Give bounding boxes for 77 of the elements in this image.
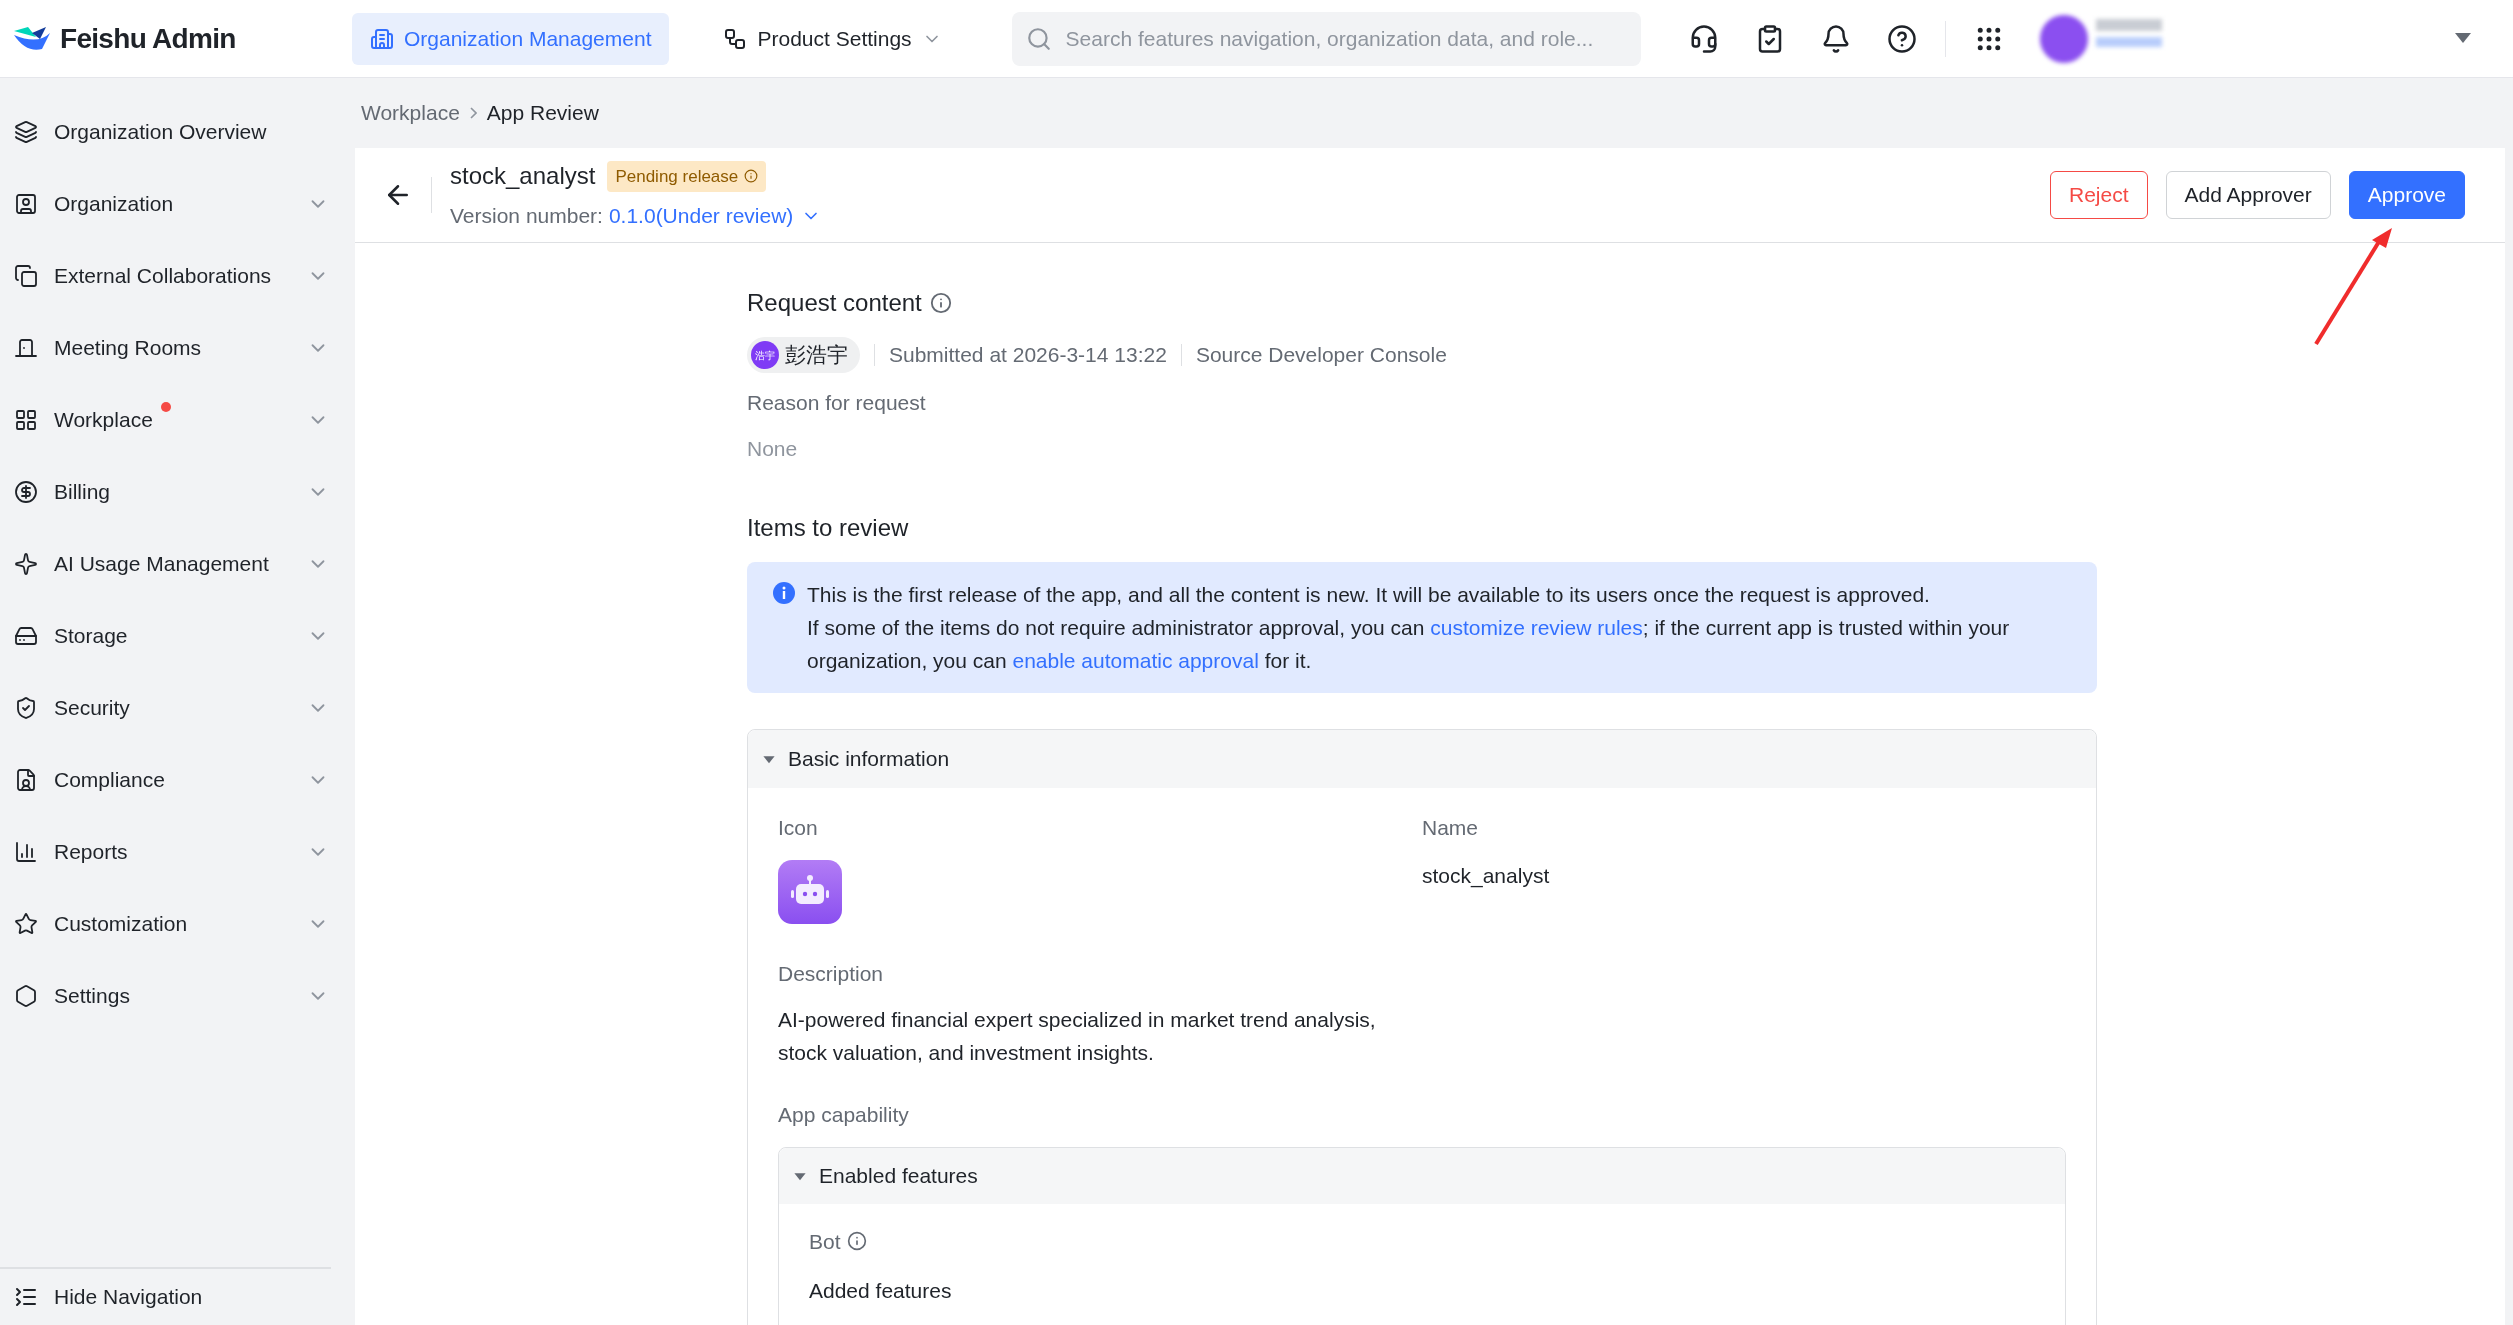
nav-item[interactable]: Workplace (0, 384, 355, 456)
hexagon-icon (14, 984, 38, 1008)
app-name: stock_analyst (1422, 862, 1551, 890)
collapse-icon (14, 1285, 38, 1309)
sparkle-icon (14, 552, 38, 576)
action-button[interactable]: Approve (2348, 171, 2465, 219)
contact-card-icon (14, 192, 38, 216)
nav-item[interactable]: Reports (0, 816, 355, 888)
field-label: Icon (778, 815, 819, 841)
nodes-icon (723, 26, 748, 51)
panel-title: Basic information (788, 746, 950, 773)
avatar-initials: 浩宇 (751, 341, 779, 369)
dollar-icon (14, 480, 38, 504)
drive-icon (14, 624, 38, 648)
breadcrumb-item: App Review (486, 100, 599, 127)
nav-item[interactable]: Settings (0, 960, 355, 1032)
field-label: Name (1422, 815, 1480, 841)
nav-item[interactable]: Compliance (0, 744, 355, 816)
grid-icon (14, 408, 38, 432)
info-message: If some of the items do not require administrator approval, you can customize review rules; if the current app is trusted within your organization, you can enable automatic approval for it. (807, 615, 2011, 674)
building-icon (370, 26, 394, 51)
top-nav-tab[interactable]: Organization Management (352, 12, 670, 65)
brand-name: Feishu Admin (60, 21, 236, 56)
info-icon (744, 169, 759, 184)
section-title: Request content (747, 288, 922, 318)
app-description: AI-powered financial expert specialized in market trend analysis, stock valuation, and investment insights. (778, 1007, 1377, 1066)
nav-item[interactable]: Organization (0, 168, 355, 240)
info-icon (773, 582, 795, 604)
star-icon (14, 912, 38, 936)
field-label: App capability (778, 1102, 910, 1128)
subsection-title: Added features (809, 1278, 953, 1304)
robot-app-icon (778, 859, 842, 924)
info-message: This is the first release of the app, and all the content is new. It will be available to its users once the request is approved. (807, 582, 1931, 608)
copy-icon (14, 264, 38, 288)
link[interactable]: enable automatic approval (1012, 649, 1259, 672)
document-user-icon (14, 768, 38, 792)
info-icon (846, 1231, 867, 1252)
chevron-right-icon (469, 107, 477, 119)
user-chip[interactable]: 浩宇 彭浩宇 (747, 337, 860, 373)
info-icon (929, 292, 952, 314)
request-source: Source Developer Console (1195, 342, 1447, 369)
app-title: stock_analyst (450, 161, 596, 192)
nav-item[interactable]: Meeting Rooms (0, 312, 355, 384)
user-avatar[interactable] (2039, 14, 2088, 63)
panel-title: Enabled features (819, 1162, 978, 1189)
hide-navigation-button[interactable]: Hide Navigation (0, 1269, 355, 1325)
panel-header[interactable]: Basic information (748, 730, 2096, 788)
nav-item[interactable]: Security (0, 672, 355, 744)
nav-item[interactable]: Storage (0, 600, 355, 672)
top-nav-tab[interactable]: Product Settings (705, 12, 960, 65)
search-field[interactable]: Search features navigation, organization data, and role... (1011, 11, 1641, 66)
field-label: Bot (809, 1228, 841, 1255)
layers-icon (14, 120, 38, 144)
bar-chart-icon (14, 840, 38, 864)
panel-header[interactable]: Enabled features (779, 1147, 2065, 1204)
nav-item[interactable]: AI Usage Management (0, 528, 355, 600)
version-dropdown[interactable]: 0.1.0(Under review) (608, 200, 822, 232)
reason-value: None (747, 435, 799, 462)
field-label: Description (778, 960, 885, 987)
search-icon (1025, 25, 1052, 52)
field-label: Reason for request (747, 390, 927, 416)
shield-icon (14, 696, 38, 720)
submitted-time: Submitted at 2026-3-14 13:22 (889, 342, 1167, 369)
door-icon (14, 336, 38, 360)
action-button[interactable]: Reject (2050, 171, 2148, 219)
status-tag: Pending release (607, 160, 767, 192)
nav-item[interactable]: Customization (0, 888, 355, 960)
section-title: Items to review (747, 513, 910, 543)
nav-item[interactable]: Billing (0, 456, 355, 528)
help-icon[interactable] (1886, 23, 1917, 54)
nav-item[interactable]: External Collaborations (0, 240, 355, 312)
action-button[interactable]: Add Approver (2165, 171, 2331, 219)
breadcrumb-item[interactable]: Workplace (361, 97, 460, 129)
dropdown-caret-icon[interactable] (2455, 32, 2471, 45)
link[interactable]: customize review rules (1430, 616, 1643, 639)
nav-item[interactable]: Organization Overview (0, 96, 355, 168)
version-label: Version number: (450, 203, 603, 230)
